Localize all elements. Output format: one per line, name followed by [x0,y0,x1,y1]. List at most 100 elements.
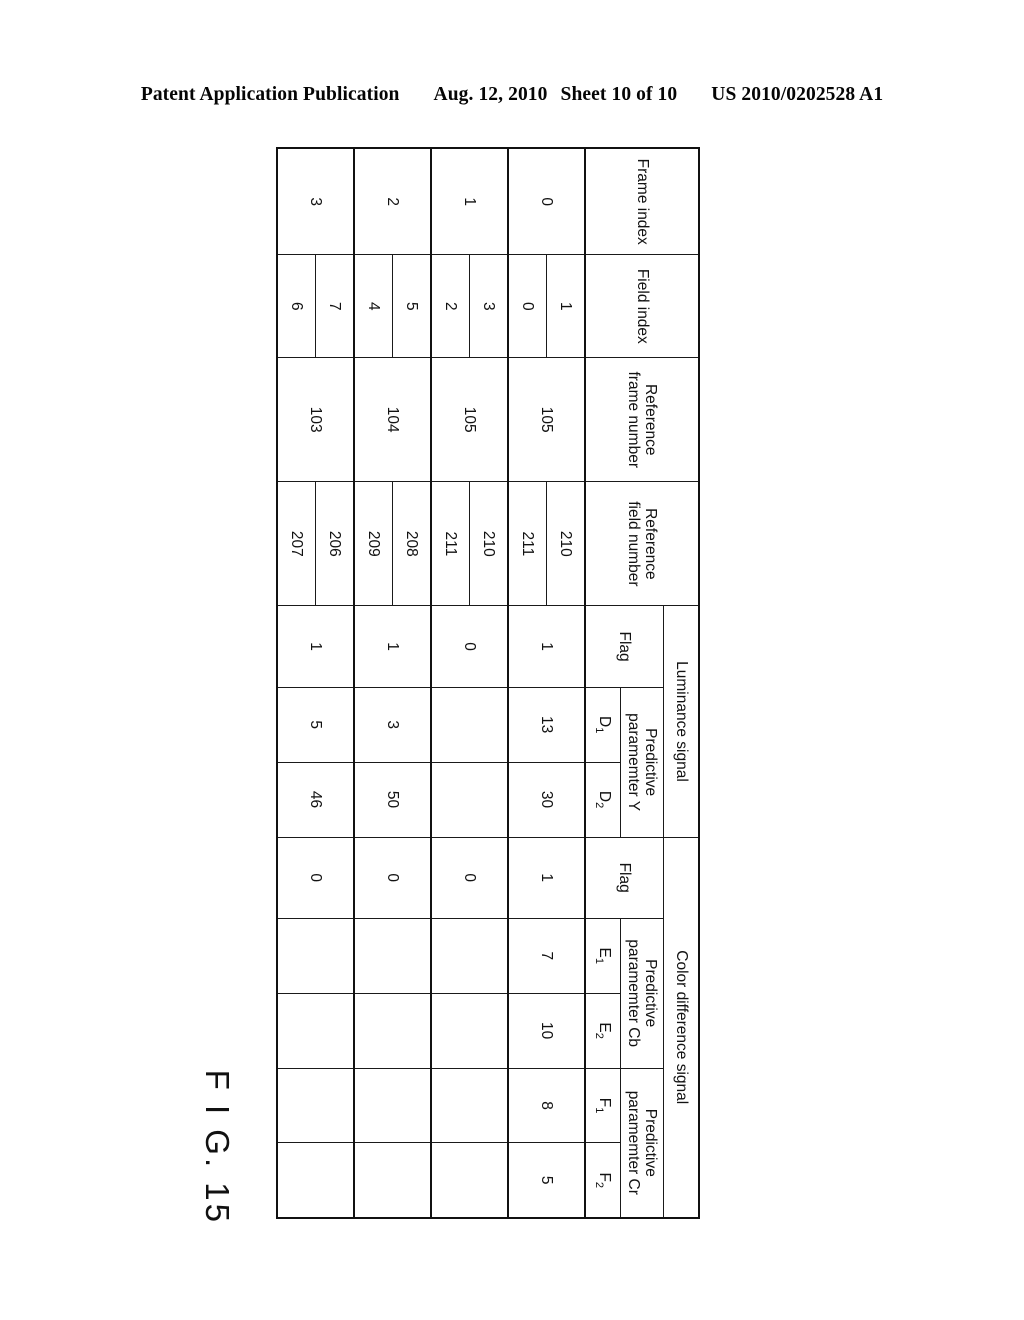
cell-reference-field-number: 211 [508,481,547,606]
cell-field-index: 7 [315,254,354,358]
table-header-row-1: Frame index Field index Reference frame … [585,148,699,1218]
cell-chroma-flag: 0 [431,837,508,919]
cell-chroma-f2 [431,1142,508,1218]
cell-frame-index: 1 [431,148,508,255]
header-d1-subscript: 1 [593,727,606,734]
sheet-label: Sheet 10 of 10 [560,84,678,105]
cell-reference-frame-number: 104 [354,357,431,482]
cell-luma-d2: 46 [277,762,354,837]
cell-reference-field-number: 211 [431,481,470,606]
cell-field-index: 0 [508,254,547,358]
cell-chroma-e2 [277,993,354,1069]
header-d1-letter: D [596,716,614,728]
document-number: US 2010/0202528 A1 [711,84,884,105]
table-row: 2 5 104 208 1 3 50 0 [354,148,431,1218]
cell-luma-d2: 50 [354,762,431,837]
header-f1: F1 [585,1068,621,1143]
header-f2-letter: F [596,1172,614,1182]
header-predictive-y-line2: paramemter Y [625,713,642,812]
cell-chroma-f1 [277,1068,354,1143]
cell-luma-d2 [431,762,508,837]
cell-chroma-e1 [277,918,354,994]
cell-luma-d2: 30 [508,762,585,837]
cell-luma-d1: 13 [508,687,585,763]
header-luma-flag: Flag [585,605,664,688]
header-predictive-parameter-cb: Predictive paramemter Cb [620,918,664,1069]
header-f1-subscript: 1 [593,1107,606,1114]
cell-luma-d1 [431,687,508,763]
figure-15-stage: F I G. 15 Frame index Field index Refere… [199,147,700,1225]
cell-reference-field-number: 209 [354,481,393,606]
header-color-difference-signal: Color difference signal [663,837,699,1218]
figure-caption: F I G. 15 [199,1069,236,1225]
cell-field-index: 3 [469,254,508,358]
header-d2-subscript: 2 [593,802,606,809]
cell-reference-field-number: 206 [315,481,354,606]
cell-reference-field-number: 210 [469,481,508,606]
cell-chroma-f2 [354,1142,431,1218]
cell-chroma-e2: 10 [508,993,585,1069]
table-row: 3 7 103 206 1 5 46 0 [277,148,354,1218]
header-reference-field-number: Reference field number [585,481,699,606]
page-header: Patent Application Publication Aug. 12, 2… [0,84,1024,106]
header-reference-field-number-line2: field number [625,501,642,587]
header-field-index: Field index [585,254,699,358]
cell-luma-d1: 5 [277,687,354,763]
cell-frame-index: 2 [354,148,431,255]
header-predictive-cb-line2: paramemter Cb [625,939,642,1048]
cell-chroma-f1 [354,1068,431,1143]
header-e2-subscript: 2 [593,1032,606,1039]
header-d2: D2 [585,762,621,837]
cell-reference-field-number: 207 [277,481,316,606]
cell-chroma-e2 [431,993,508,1069]
header-e1: E1 [585,918,621,994]
header-predictive-cr-line1: Predictive [642,1108,660,1177]
cell-luma-d1: 3 [354,687,431,763]
cell-field-index: 4 [354,254,393,358]
cell-chroma-f2 [277,1142,354,1218]
cell-reference-field-number: 210 [546,481,585,606]
cell-chroma-e1 [431,918,508,994]
header-d1: D1 [585,687,621,763]
cell-chroma-flag: 1 [508,837,585,919]
header-f2-subscript: 2 [593,1181,606,1189]
header-luminance-signal: Luminance signal [663,605,699,837]
header-predictive-cr-line2: paramemter Cr [625,1090,642,1195]
cell-luma-flag: 0 [431,605,508,688]
cell-chroma-f1 [431,1068,508,1143]
cell-field-index: 1 [546,254,585,358]
header-e2: E2 [585,993,621,1069]
cell-frame-index: 3 [277,148,354,255]
header-e1-subscript: 1 [593,957,606,964]
cell-chroma-f1: 8 [508,1068,585,1143]
header-e1-letter: E [596,947,614,958]
cell-reference-field-number: 208 [392,481,431,606]
publication-date: Aug. 12, 2010 [433,84,548,105]
header-chroma-flag: Flag [585,837,664,919]
header-predictive-cb-line1: Predictive [642,959,660,1028]
header-reference-frame-number: Reference frame number [585,357,699,482]
cell-chroma-flag: 0 [277,837,354,919]
cell-luma-flag: 1 [277,605,354,688]
cell-chroma-e1 [354,918,431,994]
header-d2-letter: D [596,790,614,803]
cell-field-index: 6 [277,254,316,358]
cell-reference-frame-number: 105 [431,357,508,482]
header-predictive-parameter-cr: Predictive paramemter Cr [620,1068,664,1218]
header-frame-index: Frame index [585,148,699,255]
cell-field-index: 5 [392,254,431,358]
header-f2: F2 [585,1142,621,1218]
header-reference-frame-number-line1: Reference [642,383,660,456]
cell-chroma-f2: 5 [508,1142,585,1218]
cell-field-index: 2 [431,254,470,358]
cell-reference-frame-number: 103 [277,357,354,482]
table-body: 0 1 105 210 1 13 30 1 7 10 8 5 0 211 1 3 105 210 0 0 2 211 2 5 1… [277,148,585,1218]
cell-chroma-e1: 7 [508,918,585,994]
header-reference-field-number-line1: Reference [642,508,660,580]
publication-label: Patent Application Publication [140,84,400,105]
reference-picture-management-table: Frame index Field index Reference frame … [276,147,700,1219]
table-row: 1 3 105 210 0 0 [431,148,508,1218]
header-e2-letter: E [596,1022,614,1033]
cell-chroma-flag: 0 [354,837,431,919]
cell-chroma-e2 [354,993,431,1069]
